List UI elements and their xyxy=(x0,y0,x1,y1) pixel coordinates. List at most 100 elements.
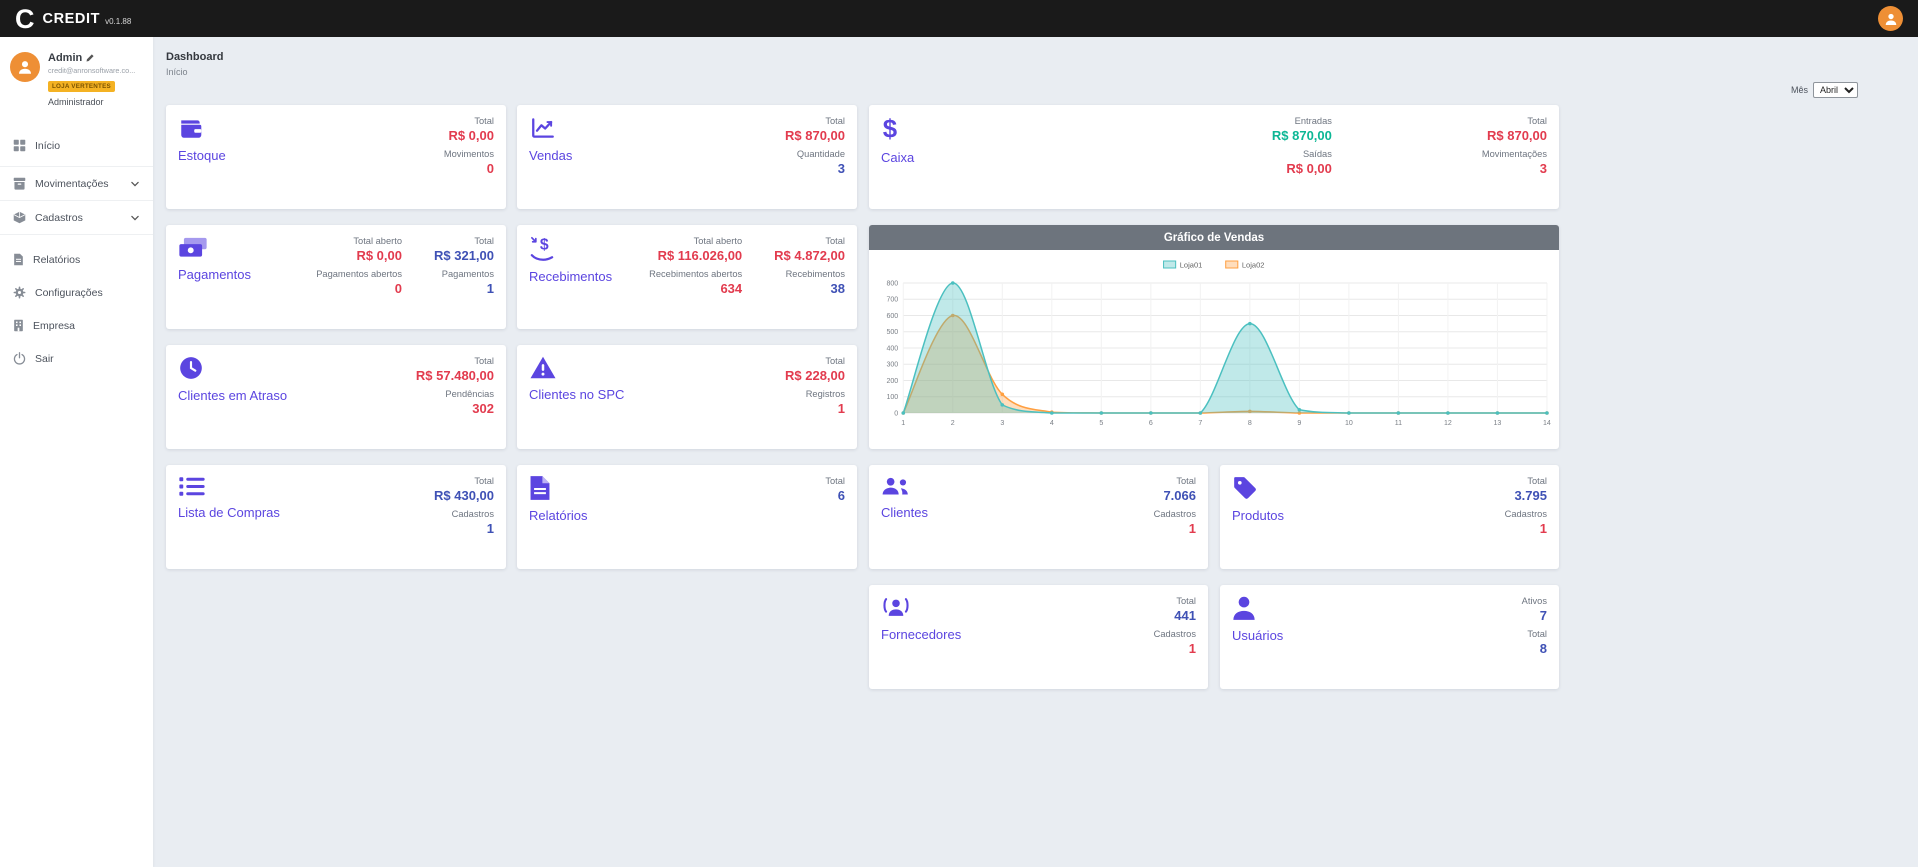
sidebar-item-cadastros[interactable]: Cadastros xyxy=(0,200,153,235)
svg-text:Loja02: Loja02 xyxy=(1242,261,1265,270)
fornecedores-icon xyxy=(881,595,911,620)
stat-value: 38 xyxy=(831,280,845,298)
card-title: Recebimentos xyxy=(529,269,612,284)
stat-value: 1 xyxy=(1540,520,1547,538)
grafico-de-vendas-card: Gráfico de Vendas 0100200300400500600700… xyxy=(869,225,1559,449)
person-icon xyxy=(17,59,33,75)
card-usuarios[interactable]: Usuários Ativos7 Total8 xyxy=(1220,585,1559,689)
user-avatar-button[interactable] xyxy=(1878,6,1903,31)
svg-text:300: 300 xyxy=(886,362,898,369)
user-name: Admin xyxy=(48,52,135,64)
card-produtos[interactable]: Produtos Total3.795 Cadastros1 xyxy=(1220,465,1559,569)
sidebar-item-relatorios[interactable]: Relatórios xyxy=(0,243,153,276)
card-caixa[interactable]: $ Caixa EntradasR$ 870,00 SaídasR$ 0,00 … xyxy=(869,105,1559,209)
stat-value: R$ 4.872,00 xyxy=(774,247,845,265)
stat-label: Movimentações xyxy=(1482,148,1547,160)
card-estoque[interactable]: Estoque TotalR$ 0,00 Movimentos0 xyxy=(166,105,506,209)
card-clientes-no-spc[interactable]: Clientes no SPC TotalR$ 228,00 Registros… xyxy=(517,345,857,449)
stat-value: R$ 321,00 xyxy=(434,247,494,265)
sidebar-item-sair[interactable]: Sair xyxy=(0,342,153,375)
card-clientes[interactable]: Clientes Total7.066 Cadastros1 xyxy=(869,465,1208,569)
sidebar-item-inicio[interactable]: Início xyxy=(0,129,153,162)
stat-label: Pagamentos abertos xyxy=(316,268,402,280)
card-clientes-em-atraso[interactable]: Clientes em Atraso TotalR$ 57.480,00 Pen… xyxy=(166,345,506,449)
sidebar-item-empresa[interactable]: Empresa xyxy=(0,309,153,342)
svg-text:$: $ xyxy=(540,237,549,254)
user-role: Administrador xyxy=(48,97,135,107)
stat-value: R$ 870,00 xyxy=(785,127,845,145)
card-title: Clientes xyxy=(881,505,928,520)
chevron-down-icon xyxy=(130,179,140,189)
pagamentos-icon xyxy=(178,235,208,260)
sidebar-accordion-group: Movimentações Cadastros xyxy=(0,166,153,235)
stat-label: Total xyxy=(474,355,494,367)
main-content: Dashboard Início Mês Abril Estoque Total… xyxy=(153,37,1918,867)
person-icon xyxy=(1884,12,1898,26)
card-recebimentos[interactable]: $ Recebimentos Total abertoR$ 116.026,00… xyxy=(517,225,857,329)
card-vendas[interactable]: Vendas TotalR$ 870,00 Quantidade3 xyxy=(517,105,857,209)
stat-value: R$ 430,00 xyxy=(434,487,494,505)
card-title: Produtos xyxy=(1232,508,1284,523)
card-title: Fornecedores xyxy=(881,627,961,642)
stat-value: 1 xyxy=(487,280,494,298)
chart-title: Gráfico de Vendas xyxy=(869,225,1559,250)
svg-text:5: 5 xyxy=(1099,420,1103,427)
document-icon xyxy=(529,475,551,501)
card-stats: TotalR$ 870,00 Quantidade3 xyxy=(785,115,845,200)
stat-label: Saídas xyxy=(1303,148,1332,160)
card-title: Clientes no SPC xyxy=(529,387,624,402)
card-title: Estoque xyxy=(178,148,226,163)
stat-label: Total xyxy=(474,235,494,247)
svg-text:400: 400 xyxy=(886,346,898,353)
card-stats: TotalR$ 228,00 Registros1 xyxy=(785,355,845,440)
svg-text:8: 8 xyxy=(1248,420,1252,427)
svg-text:200: 200 xyxy=(886,378,898,385)
stat-value: 3.795 xyxy=(1514,487,1547,505)
chevron-down-icon xyxy=(130,213,140,223)
stat-value: 0 xyxy=(395,280,402,298)
svg-text:1: 1 xyxy=(901,420,905,427)
card-fornecedores[interactable]: Fornecedores Total441 Cadastros1 xyxy=(869,585,1208,689)
card-title: Pagamentos xyxy=(178,267,251,282)
edit-pencil-icon[interactable] xyxy=(86,54,94,62)
stat-value: R$ 57.480,00 xyxy=(416,367,494,385)
stat-value: R$ 0,00 xyxy=(448,127,494,145)
stat-label: Total xyxy=(1527,115,1547,127)
card-title: Caixa xyxy=(881,150,914,165)
stat-value: R$ 870,00 xyxy=(1272,127,1332,145)
store-badge: LOJA VERTENTES xyxy=(48,81,115,92)
stat-label: Total aberto xyxy=(694,235,743,247)
svg-text:4: 4 xyxy=(1050,420,1054,427)
clock-icon xyxy=(178,355,204,381)
svg-text:$: $ xyxy=(883,116,897,143)
card-stats: Total abertoR$ 116.026,00 Recebimentos a… xyxy=(649,235,845,320)
sidebar-item-configuracoes[interactable]: Configurações xyxy=(0,276,153,309)
stat-value: 8 xyxy=(1540,640,1547,658)
legend-item[interactable]: Loja02 xyxy=(1226,261,1265,270)
topbar: C CREDIT v0.1.88 xyxy=(0,0,1918,37)
page-title: Dashboard xyxy=(166,51,1904,63)
sidebar-item-label: Relatórios xyxy=(33,254,80,266)
gear-icon xyxy=(13,286,26,299)
svg-text:14: 14 xyxy=(1543,420,1551,427)
sidebar-item-movimentacoes[interactable]: Movimentações xyxy=(0,166,153,200)
card-lista-de-compras[interactable]: Lista de Compras TotalR$ 430,00 Cadastro… xyxy=(166,465,506,569)
svg-text:11: 11 xyxy=(1395,420,1402,427)
stat-value: R$ 0,00 xyxy=(356,247,402,265)
stat-label: Total xyxy=(1176,475,1196,487)
vendas-chart-svg: 0100200300400500600700800123456789101112… xyxy=(873,253,1555,445)
stat-label: Ativos xyxy=(1522,595,1547,607)
sidebar-item-label: Início xyxy=(35,140,60,152)
app-name: CREDIT xyxy=(43,11,101,27)
card-pagamentos[interactable]: Pagamentos Total abertoR$ 0,00 Pagamento… xyxy=(166,225,506,329)
stat-label: Cadastros xyxy=(1154,508,1196,520)
stat-label: Total xyxy=(825,115,845,127)
stat-label: Recebimentos xyxy=(786,268,845,280)
app-version: v0.1.88 xyxy=(105,17,131,26)
stat-value: 1 xyxy=(1189,520,1196,538)
legend-item[interactable]: Loja01 xyxy=(1164,261,1203,270)
stat-label: Total xyxy=(825,235,845,247)
month-label: Mês xyxy=(1791,85,1808,95)
card-relatorios[interactable]: Relatórios Total6 xyxy=(517,465,857,569)
month-select[interactable]: Abril xyxy=(1813,82,1858,98)
